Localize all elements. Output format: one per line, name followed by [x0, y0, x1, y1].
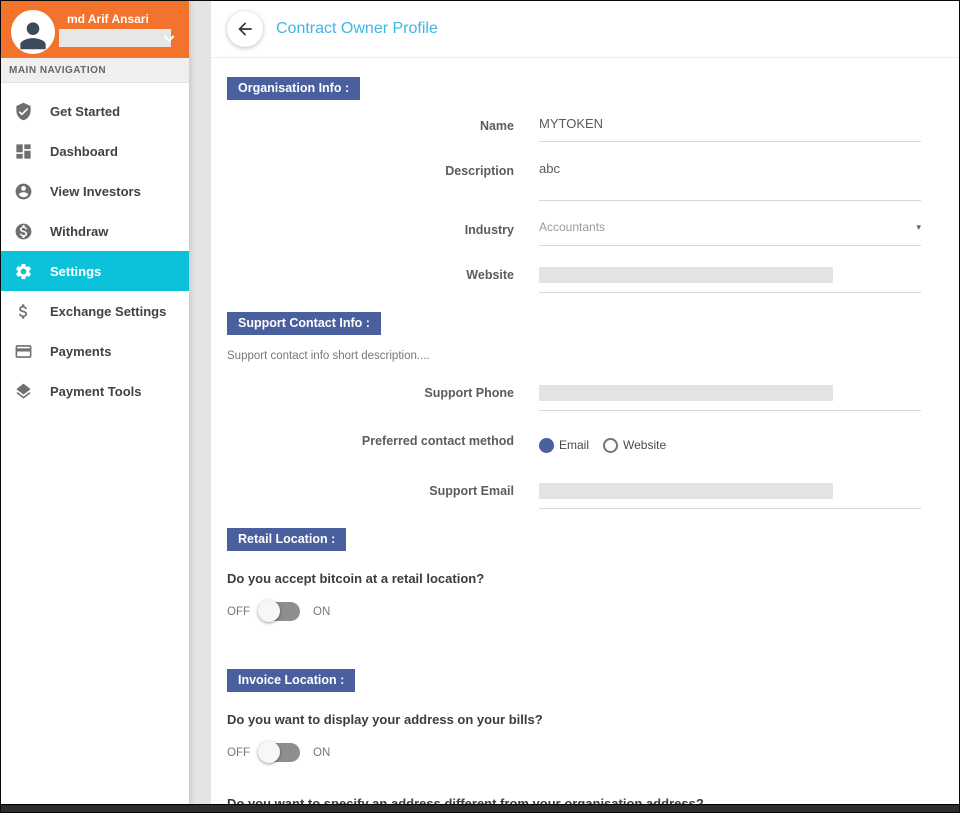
sidebar-item-payments[interactable]: Payments [1, 331, 189, 371]
field-row-name: Name MYTOKEN [227, 116, 921, 142]
invoice-bills-toggle: OFF ON [227, 743, 921, 762]
gear-icon [13, 261, 33, 281]
toggle-off-label: OFF [227, 606, 250, 618]
field-row-preferred-contact: Preferred contact method Email Website [227, 434, 921, 460]
support-phone-input[interactable] [539, 385, 921, 411]
form-content: Organisation Info : Name MYTOKEN Descrip… [211, 58, 959, 804]
field-row-support-email: Support Email [227, 483, 921, 509]
support-phone-value-fill [539, 385, 833, 401]
industry-label: Industry [227, 220, 514, 237]
sidebar-item-view-investors[interactable]: View Investors [1, 171, 189, 211]
radio-website[interactable] [603, 438, 618, 453]
radio-email-label: Email [559, 438, 589, 452]
industry-value: Accountants [539, 220, 605, 243]
description-input[interactable]: abc [539, 161, 921, 201]
back-arrow-icon [235, 19, 255, 39]
description-value: abc [539, 161, 921, 185]
sidebar: md Arif Ansari MAIN NAVIGATION Get Start… [1, 1, 189, 804]
section-badge-support: Support Contact Info : [227, 312, 381, 335]
profile-header: md Arif Ansari [1, 1, 189, 58]
preferred-contact-label: Preferred contact method [227, 434, 514, 448]
credit-card-icon [13, 341, 33, 361]
support-section-description: Support contact info short description..… [227, 350, 921, 362]
page-header: Contract Owner Profile [211, 1, 959, 58]
app-window: md Arif Ansari MAIN NAVIGATION Get Start… [0, 0, 960, 813]
main-panel: Contract Owner Profile Organisation Info… [211, 1, 959, 804]
sidebar-gutter [189, 1, 211, 804]
website-value-fill [539, 267, 833, 283]
nav-list: Get Started Dashboard View Investors Wit… [1, 83, 189, 411]
sidebar-item-exchange-settings[interactable]: Exchange Settings [1, 291, 189, 331]
invoice-question-bills: Do you want to display your address on y… [227, 712, 921, 727]
retail-question: Do you accept bitcoin at a retail locati… [227, 571, 921, 586]
name-value: MYTOKEN [539, 116, 921, 140]
toggle-on-label: ON [313, 747, 330, 759]
sidebar-item-label: Settings [50, 264, 101, 279]
sidebar-item-withdraw[interactable]: Withdraw [1, 211, 189, 251]
dollar-icon [13, 301, 33, 321]
sidebar-item-dashboard[interactable]: Dashboard [1, 131, 189, 171]
support-email-input[interactable] [539, 483, 921, 509]
dashboard-icon [13, 141, 33, 161]
toggle-knob [258, 600, 280, 622]
person-circle-icon [13, 181, 33, 201]
window-bottom-edge [1, 804, 959, 812]
section-badge-invoice: Invoice Location : [227, 669, 355, 692]
field-row-description: Description abc [227, 161, 921, 201]
user-name: md Arif Ansari [67, 12, 181, 26]
sidebar-item-label: Withdraw [50, 224, 108, 239]
support-email-value-fill [539, 483, 833, 499]
description-label: Description [227, 161, 514, 178]
sidebar-item-label: Payments [50, 344, 111, 359]
sidebar-item-get-started[interactable]: Get Started [1, 91, 189, 131]
back-button[interactable] [227, 11, 263, 47]
toggle-off-label: OFF [227, 747, 250, 759]
account-selector[interactable] [59, 29, 171, 47]
sidebar-item-payment-tools[interactable]: Payment Tools [1, 371, 189, 411]
retail-toggle: OFF ON [227, 602, 921, 621]
dropdown-caret-icon: ▾ [916, 220, 921, 233]
section-badge-retail: Retail Location : [227, 528, 346, 551]
layers-icon [13, 381, 33, 401]
sidebar-item-label: View Investors [50, 184, 141, 199]
section-badge-organisation: Organisation Info : [227, 77, 360, 100]
sidebar-item-label: Payment Tools [50, 384, 142, 399]
sidebar-item-label: Get Started [50, 104, 120, 119]
sidebar-item-settings[interactable]: Settings [1, 251, 189, 291]
toggle-knob [258, 741, 280, 763]
radio-website-label: Website [623, 438, 666, 452]
website-label: Website [227, 267, 514, 282]
shield-check-icon [13, 101, 33, 121]
toggle-on-label: ON [313, 606, 330, 618]
dollar-circle-icon [13, 221, 33, 241]
field-row-website: Website [227, 267, 921, 293]
field-row-industry: Industry Accountants ▾ [227, 220, 921, 246]
person-avatar-icon [14, 16, 52, 54]
name-label: Name [227, 116, 514, 133]
avatar[interactable] [11, 10, 55, 54]
retail-toggle-switch[interactable] [260, 602, 300, 621]
sidebar-item-label: Dashboard [50, 144, 118, 159]
website-input[interactable] [539, 267, 921, 293]
preferred-contact-radio-group: Email Website [539, 434, 921, 460]
industry-select[interactable]: Accountants ▾ [539, 220, 921, 246]
radio-email[interactable] [539, 438, 554, 453]
name-input[interactable]: MYTOKEN [539, 116, 921, 142]
field-row-support-phone: Support Phone [227, 385, 921, 411]
support-email-label: Support Email [227, 483, 514, 498]
nav-section-label: MAIN NAVIGATION [1, 58, 189, 83]
chevron-down-icon [161, 30, 177, 51]
sidebar-item-label: Exchange Settings [50, 304, 166, 319]
support-phone-label: Support Phone [227, 385, 514, 400]
invoice-bills-toggle-switch[interactable] [260, 743, 300, 762]
page-title: Contract Owner Profile [276, 20, 438, 38]
invoice-question-different-address: Do you want to specify an address differ… [227, 796, 921, 804]
